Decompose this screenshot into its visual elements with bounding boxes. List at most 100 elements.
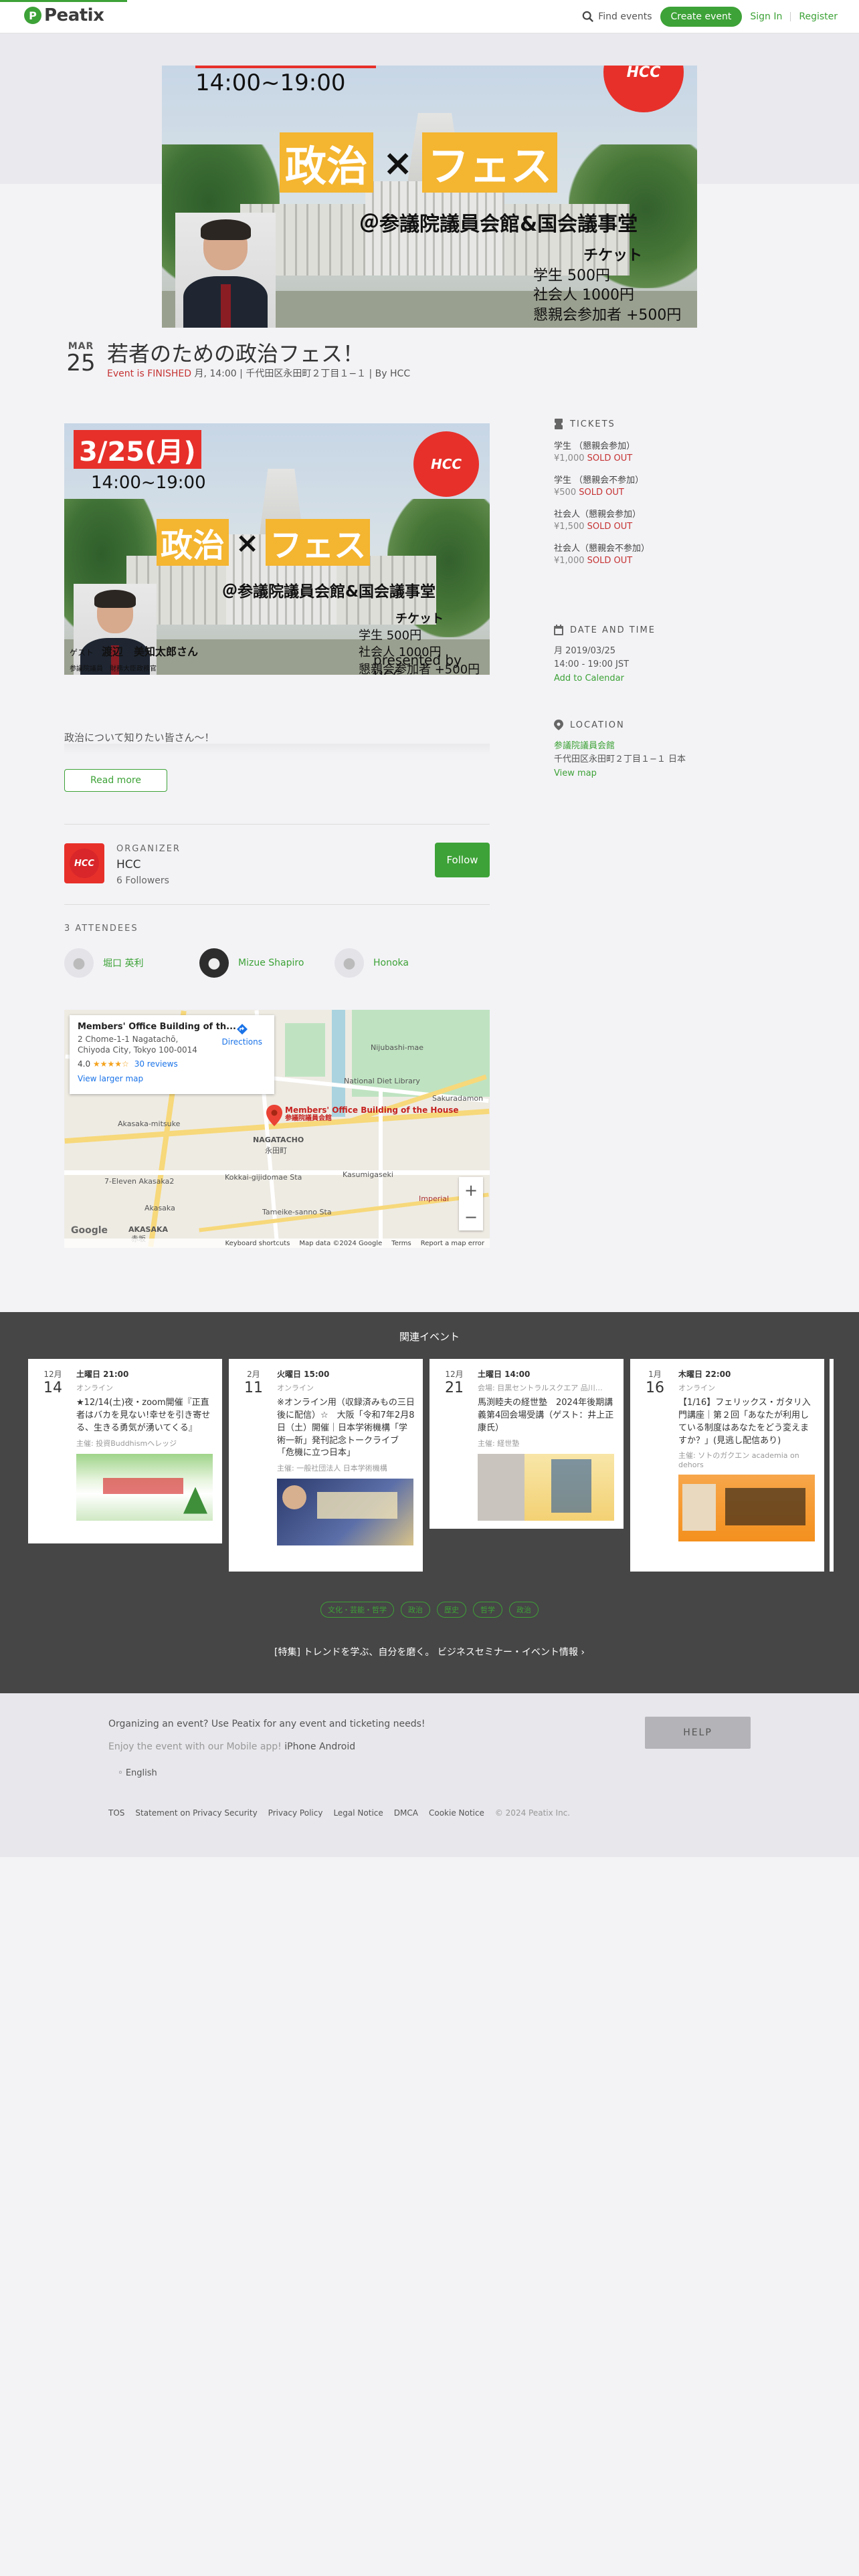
poster-venue: ＠参議院議員会館&国会議事堂 (359, 213, 638, 236)
related-tags: 文化・芸能・哲学 政治 歴史 哲学 政治 (0, 1602, 859, 1618)
event-date: 月 2019/03/25 (554, 646, 616, 656)
event-thumbnail (478, 1453, 614, 1521)
divider (64, 904, 490, 905)
footer-link[interactable]: DMCA (394, 1808, 418, 1818)
view-larger-map-link[interactable]: View larger map (78, 1074, 266, 1083)
map-data-text: Map data ©2024 Google (299, 1239, 383, 1247)
related-event-card[interactable]: 12月 14 土曜日 21:00 オンライン ★12/14(土)夜・zoom開催『… (28, 1359, 222, 1543)
language-selector[interactable]: ◦ English (118, 1768, 157, 1778)
event-thumbnail (277, 1479, 413, 1546)
date-time-label: DATE AND TIME (570, 625, 656, 635)
event-description: 政治について知りたい皆さん～！ (64, 732, 215, 744)
footer-mobile-text: Enjoy the event with our Mobile app! iPh… (108, 1741, 356, 1752)
footer-link[interactable]: Privacy Policy (268, 1808, 323, 1818)
tag-item[interactable]: 政治 (509, 1602, 539, 1618)
poster-time: 14:00~19:00 (91, 473, 206, 493)
tag-item[interactable]: 歴史 (437, 1602, 466, 1618)
add-to-calendar-link[interactable]: Add to Calendar (554, 673, 624, 683)
related-event-card[interactable]: 2月 11 火曜日 15:00 オンライン ※オンライン用（収録済みもの三日後に配… (229, 1359, 423, 1572)
footer-link[interactable]: TOS (108, 1808, 124, 1818)
search-icon (582, 11, 594, 23)
map-footer: Keyboard shortcuts Map data ©2024 Google… (64, 1239, 490, 1248)
footer-link[interactable]: Statement on Privacy Security (135, 1808, 257, 1818)
event-cover-image: 14:00~19:00 HCC 政治 × フェス ＠参議院議員会館&国会議事堂 … (162, 66, 697, 328)
tag-item[interactable]: 哲学 (473, 1602, 502, 1618)
footer-organizing-text: Organizing an event? Use Peatix for any … (108, 1719, 425, 1729)
event-thumbnail (678, 1475, 815, 1542)
find-events-label: Find events (598, 11, 652, 22)
ticket-icon (554, 419, 563, 429)
divider (790, 12, 791, 21)
tag-item[interactable]: 政治 (401, 1602, 430, 1618)
map-address: 2 Chome-1-1 Nagatachō, Chiyoda City, Tok… (78, 1035, 197, 1055)
location-name-link[interactable]: 参議院議員会館 (554, 740, 686, 753)
android-link[interactable]: Android (319, 1741, 355, 1752)
map-info-card: Members' Office Building of th... 2 Chom… (70, 1015, 274, 1094)
attendee-name[interactable]: Honoka (373, 958, 409, 968)
card-edge (830, 1359, 834, 1572)
chevron-right-icon: › (581, 1647, 585, 1658)
read-more-button[interactable]: Read more (64, 769, 167, 792)
poster-time: 14:00~19:00 (195, 70, 346, 96)
zoom-in-button[interactable]: + (464, 1181, 478, 1200)
organizer-avatar[interactable]: HCC (64, 843, 104, 883)
organizer-name[interactable]: HCC (116, 858, 141, 871)
related-event-card[interactable]: 12月 21 土曜日 14:00 会場: 目黒セントラルスクエア 品川… 馬渕睦夫… (430, 1359, 624, 1529)
keyboard-shortcuts-link[interactable]: Keyboard shortcuts (225, 1240, 290, 1247)
sign-in-link[interactable]: Sign In (750, 11, 782, 22)
google-logo: Google (71, 1225, 108, 1236)
follow-button[interactable]: Follow (435, 843, 490, 877)
map-pin-icon[interactable] (266, 1105, 282, 1126)
user-avatar-icon: ● (335, 948, 364, 978)
poster-venue: ＠参議院議員会館&国会議事堂 (222, 583, 436, 601)
map-terms-link[interactable]: Terms (391, 1240, 411, 1247)
attendee-item[interactable]: ● 堀口 英利 (64, 948, 143, 978)
rating-stars-icon: ★★★★☆ (92, 1059, 129, 1069)
map-report-link[interactable]: Report a map error (421, 1240, 484, 1247)
footer-links: TOS Statement on Privacy Security Privac… (108, 1808, 570, 1818)
related-event-card[interactable]: 1月 16 木曜日 22:00 オンライン 【1/16】フェリックス・ガタリ入門講… (630, 1359, 824, 1572)
organizer-label: ORGANIZER (116, 844, 181, 854)
guest-photo (175, 213, 276, 328)
ticket-item: 学生 （懇親会不参加） ¥500 SOLD OUT (554, 475, 644, 498)
attendee-name[interactable]: 堀口 英利 (103, 956, 143, 970)
ticket-item: 社会人（懇親会参加） ¥1,500 SOLD OUT (554, 510, 642, 532)
tag-item[interactable]: 文化・芸能・哲学 (320, 1602, 394, 1618)
map-pin-label: Members' Office Building of the House 参議院… (285, 1105, 459, 1123)
view-map-link[interactable]: View map (554, 768, 597, 778)
iphone-link[interactable]: iPhone (284, 1741, 316, 1752)
help-button[interactable]: HELP (645, 1717, 751, 1749)
zoom-out-button[interactable]: − (464, 1208, 478, 1226)
related-events-title: 関連イベント (399, 1331, 460, 1343)
event-description-image: 3/25(月) 14:00~19:00 HCC 政治 × フェス ＠参議院議員会… (64, 423, 490, 675)
hcc-logo: HCC (413, 431, 479, 497)
event-meta-text: 月, 14:00 | 千代田区永田町２丁目１−１ | By HCC (194, 368, 411, 379)
feature-link[interactable]: [特集] トレンドを学ぶ、自分を磨く。 ビジネスセミナー・イベント情報 › (0, 1645, 859, 1658)
guest-photo (74, 584, 157, 675)
event-map[interactable]: Members' Office Building of th... 2 Chom… (64, 1010, 490, 1248)
directions-button[interactable]: Directions (222, 1023, 262, 1047)
create-event-button[interactable]: Create event (660, 7, 743, 27)
attendee-item[interactable]: ● Mizue Shapiro (199, 948, 304, 978)
map-rating: 4.0 ★★★★☆ 30 reviews (78, 1059, 178, 1069)
find-events-link[interactable]: Find events (582, 11, 652, 23)
map-reviews-link[interactable]: 30 reviews (134, 1059, 178, 1069)
peatix-logo[interactable]: P Peatix (24, 5, 104, 25)
tickets-section: TICKETS 学生 （懇親会参加） ¥1,000 SOLD OUT 学生 （懇親… (554, 419, 650, 566)
register-link[interactable]: Register (799, 11, 838, 22)
organizer-followers: 6 Followers (116, 875, 169, 886)
event-time: 14:00 - 19:00 JST (554, 659, 630, 669)
attendee-name[interactable]: Mizue Shapiro (238, 958, 304, 968)
footer-link[interactable]: Legal Notice (333, 1808, 383, 1818)
footer-link[interactable]: Cookie Notice (429, 1808, 484, 1818)
event-title: 若者のための政治フェス！ (107, 341, 365, 366)
ticket-item: 社会人（懇親会不参加） ¥1,000 SOLD OUT (554, 544, 650, 566)
ticket-item: 学生 （懇親会参加） ¥1,000 SOLD OUT (554, 441, 636, 463)
globe-icon: ◦ (118, 1768, 123, 1778)
attendee-item[interactable]: ● Honoka (335, 948, 409, 978)
poster-date: 3/25(月) (74, 430, 201, 469)
location-address: 千代田区永田町２丁目１−１ 日本 (554, 754, 686, 764)
map-zoom-controls: + − (459, 1177, 483, 1230)
logo-text: Peatix (44, 5, 104, 25)
description-fade (64, 744, 490, 754)
